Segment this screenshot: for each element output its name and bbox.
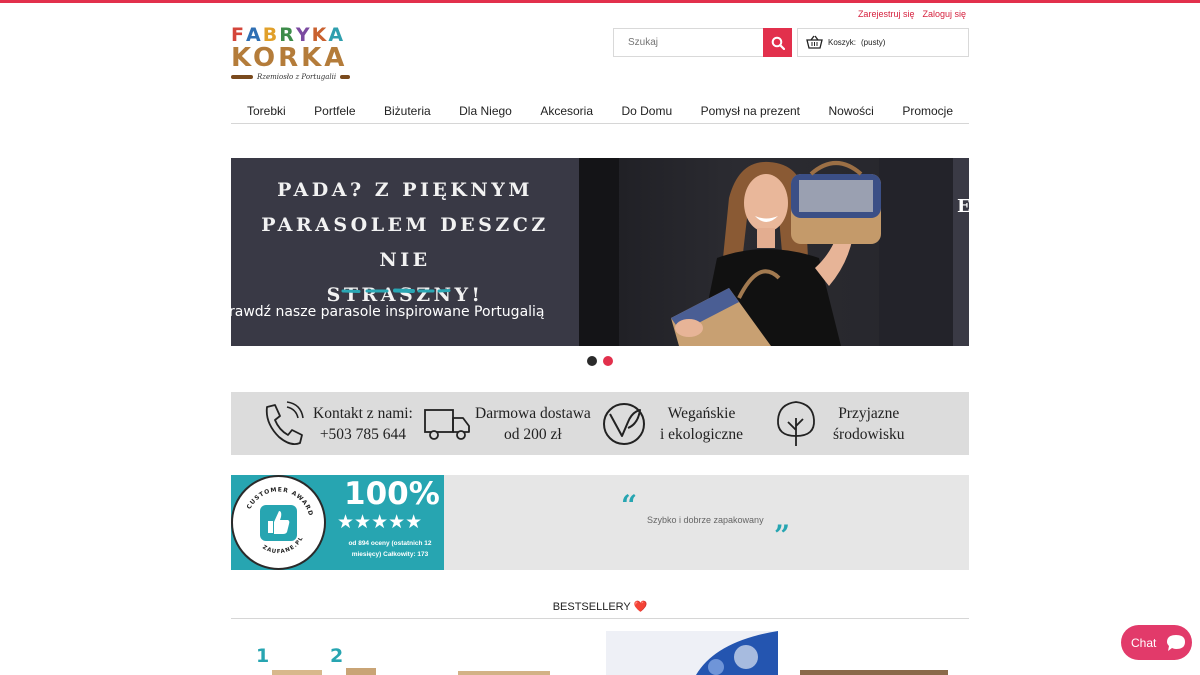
chat-bubble-icon xyxy=(1167,634,1186,651)
logo-tagline-text: Rzemiosło z Portugalii xyxy=(257,73,337,81)
nav-item-portfele[interactable]: Portfele xyxy=(314,99,355,123)
nav-item-bizuteria[interactable]: Biżuteria xyxy=(384,99,431,123)
product-thumb-2[interactable] xyxy=(346,668,376,675)
nav-item-nowosci[interactable]: Nowości xyxy=(828,99,873,123)
bestseller-rank-2: 2 xyxy=(330,645,344,667)
nav-item-do-domu[interactable]: Do Domu xyxy=(621,99,672,123)
chat-label: Chat xyxy=(1131,635,1157,650)
hero-headline-line2: PARASOLEM DESZCZ NIE xyxy=(261,214,549,271)
slider-dots xyxy=(587,356,613,366)
slider-dot-1[interactable] xyxy=(587,356,597,366)
feature-eco-line2: środowisku xyxy=(833,425,905,443)
logo-tagline: Rzemiosło z Portugalii xyxy=(231,73,359,81)
logo-cork-bar xyxy=(231,75,253,79)
hero-model-illustration xyxy=(579,158,969,346)
vegan-leaf-icon xyxy=(603,402,645,445)
hero-next-slide-peek xyxy=(953,158,969,346)
nav-item-promocje[interactable]: Promocje xyxy=(902,99,953,123)
rating-count: od 894 oceny (ostatnich 12 miesięcy) Cał… xyxy=(335,538,445,560)
feature-eco-text: Przyjazne środowisku xyxy=(833,403,904,445)
customer-award-seal: CUSTOMER AWARD ZAUFANE.PL xyxy=(231,475,326,570)
logo-line2: KORKA xyxy=(231,43,348,73)
feature-eco: Przyjazne środowisku xyxy=(775,392,969,455)
truck-icon xyxy=(424,408,470,440)
hero-photo xyxy=(579,158,969,346)
review-quote-text: Szybko i dobrze zapakowany xyxy=(647,515,764,525)
rating-count-line1: od 894 oceny (ostatnich 12 xyxy=(348,540,432,547)
search-box xyxy=(613,28,792,57)
hero-slider[interactable]: PADA? Z PIĘKNYM PARASOLEM DESZCZ NIE STR… xyxy=(231,158,969,346)
rating-stars: ★★★★★ xyxy=(337,512,423,533)
cart-label: Koszyk: xyxy=(828,38,857,47)
main-nav: Torebki Portfele Biżuteria Dla Niego Akc… xyxy=(231,99,969,124)
product-thumb-1[interactable] xyxy=(272,670,322,675)
bestseller-rank-1: 1 xyxy=(256,645,270,667)
bestsellers-title: BESTSELLERY xyxy=(552,601,631,613)
tree-icon xyxy=(777,400,815,446)
register-link[interactable]: Zarejestruj się xyxy=(858,9,915,19)
feature-delivery-text: Darmowa dostawa od 200 zł xyxy=(475,403,591,445)
feature-delivery-line2: od 200 zł xyxy=(504,425,562,443)
hero-headline-line1: PADA? Z PIĘKNYM xyxy=(277,179,533,201)
feature-delivery-line1: Darmowa dostawa xyxy=(475,404,591,422)
feature-vegan: Wegańskie i ekologiczne xyxy=(600,392,775,455)
phone-icon xyxy=(265,400,304,445)
product-thumb-4[interactable] xyxy=(606,631,778,675)
nav-item-torebki[interactable]: Torebki xyxy=(247,99,286,123)
features-bar: Kontakt z nami: +503 785 644 Darmowa dos… xyxy=(231,392,969,455)
award-seal-graphic: CUSTOMER AWARD ZAUFANE.PL xyxy=(246,486,314,555)
hero-brush-dashes xyxy=(341,288,451,293)
nav-item-akcesoria[interactable]: Akcesoria xyxy=(540,99,593,123)
product-thumb-5[interactable] xyxy=(800,670,948,675)
feature-eco-line1: Przyjazne xyxy=(838,404,900,422)
slider-dot-2[interactable] xyxy=(603,356,613,366)
nav-item-pomysl-na-prezent[interactable]: Pomysł na prezent xyxy=(701,99,800,123)
nav-item-dla-niego[interactable]: Dla Niego xyxy=(459,99,512,123)
product-thumb-3[interactable] xyxy=(458,671,550,675)
feature-contact-text: Kontakt z nami: +503 785 644 xyxy=(313,403,413,445)
cart-summary[interactable]: Koszyk: (pusty) xyxy=(797,28,969,57)
hero-next-slide-letter: E xyxy=(957,196,969,217)
basket-icon xyxy=(806,35,823,49)
feature-vegan-line1: Wegańskie xyxy=(667,404,736,422)
bestsellers-heading: BESTSELLERY ❤️ xyxy=(231,600,969,619)
feature-vegan-text: Wegańskie i ekologiczne xyxy=(660,403,743,445)
heart-icon: ❤️ xyxy=(633,601,648,613)
feature-free-delivery: Darmowa dostawa od 200 zł xyxy=(417,392,600,455)
cart-status: (pusty) xyxy=(861,38,886,47)
zaufane-badge[interactable]: CUSTOMER AWARD ZAUFANE.PL 100% ★★★★★ od … xyxy=(231,475,444,570)
quote-close-icon: ” xyxy=(774,519,791,552)
hero-text-panel: PADA? Z PIĘKNYM PARASOLEM DESZCZ NIE STR… xyxy=(231,158,579,346)
search-button[interactable] xyxy=(763,28,792,57)
chat-button[interactable]: Chat xyxy=(1121,625,1192,660)
account-links: Zarejestruj się Zaloguj się xyxy=(858,9,966,19)
reviews-section: CUSTOMER AWARD ZAUFANE.PL 100% ★★★★★ od … xyxy=(231,475,969,570)
rating-count-line2: miesięcy) Całkowity: 173 xyxy=(351,551,429,558)
search-icon xyxy=(771,36,785,50)
hero-subtitle: rawdź nasze parasole inspirowane Portuga… xyxy=(231,304,545,320)
feature-contact-label: Kontakt z nami: xyxy=(313,404,413,422)
feature-contact: Kontakt z nami: +503 785 644 xyxy=(231,392,417,455)
site-logo[interactable]: FABRYKA KORKA Rzemiosło z Portugalii xyxy=(231,26,359,86)
search-input[interactable] xyxy=(614,29,763,56)
feature-vegan-line2: i ekologiczne xyxy=(660,425,744,443)
feature-contact-phone[interactable]: +503 785 644 xyxy=(313,424,413,445)
rating-percent: 100% xyxy=(344,476,440,512)
azulejo-pattern-image xyxy=(696,631,778,675)
quote-open-icon: “ xyxy=(621,489,638,522)
logo-cork-bar-end xyxy=(340,75,351,79)
login-link[interactable]: Zaloguj się xyxy=(922,9,966,19)
top-accent-bar xyxy=(0,0,1200,3)
